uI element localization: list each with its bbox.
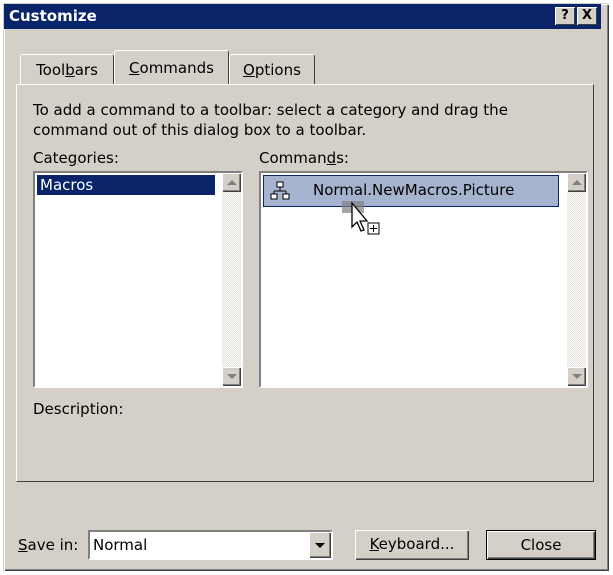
scroll-down-button[interactable] bbox=[567, 367, 586, 386]
list-item[interactable]: Normal.NewMacros.Picture bbox=[263, 175, 559, 207]
keyboard-button-label: Keyboard... bbox=[369, 535, 455, 553]
commands-label: Commands: bbox=[259, 149, 349, 167]
categories-scrollbar[interactable] bbox=[222, 173, 241, 386]
tab-options-label: Options bbox=[243, 61, 301, 79]
commands-list[interactable]: Normal.NewMacros.Picture bbox=[259, 171, 588, 388]
tab-toolbars-label: Toolbars bbox=[36, 61, 98, 79]
dropdown-button[interactable] bbox=[309, 532, 331, 558]
chevron-down-icon bbox=[571, 374, 582, 379]
title-bar: Customize ? X bbox=[4, 4, 601, 29]
keyboard-button[interactable]: Keyboard... bbox=[355, 530, 469, 560]
tab-commands[interactable]: Commands bbox=[114, 50, 229, 84]
window-title: Customize bbox=[9, 7, 97, 25]
chevron-down-icon bbox=[226, 374, 237, 379]
tab-options[interactable]: Options bbox=[229, 54, 315, 84]
scroll-up-button[interactable] bbox=[567, 173, 586, 192]
close-window-button[interactable]: X bbox=[577, 7, 597, 25]
description-label: Description: bbox=[33, 400, 124, 418]
macro-icon bbox=[270, 181, 290, 200]
drag-copy-cursor-icon bbox=[342, 201, 380, 235]
chevron-up-icon bbox=[571, 180, 582, 185]
categories-list[interactable]: Macros bbox=[33, 171, 243, 388]
help-button[interactable]: ? bbox=[555, 7, 575, 25]
save-in-label: Save in: bbox=[18, 536, 79, 554]
instructions-text: To add a command to a toolbar: select a … bbox=[33, 101, 508, 139]
chevron-up-icon bbox=[226, 180, 237, 185]
list-item[interactable]: Macros bbox=[37, 175, 215, 195]
chevron-down-icon bbox=[315, 542, 325, 548]
save-in-value: Normal bbox=[93, 536, 148, 554]
categories-label: Categories: bbox=[33, 149, 119, 167]
close-button[interactable]: Close bbox=[486, 530, 596, 560]
tab-toolbars[interactable]: Toolbars bbox=[20, 54, 114, 84]
scroll-up-button[interactable] bbox=[222, 173, 241, 192]
scroll-down-button[interactable] bbox=[222, 367, 241, 386]
commands-scrollbar[interactable] bbox=[567, 173, 586, 386]
save-in-dropdown[interactable]: Normal bbox=[88, 530, 333, 560]
tab-commands-label: Commands bbox=[129, 59, 214, 77]
